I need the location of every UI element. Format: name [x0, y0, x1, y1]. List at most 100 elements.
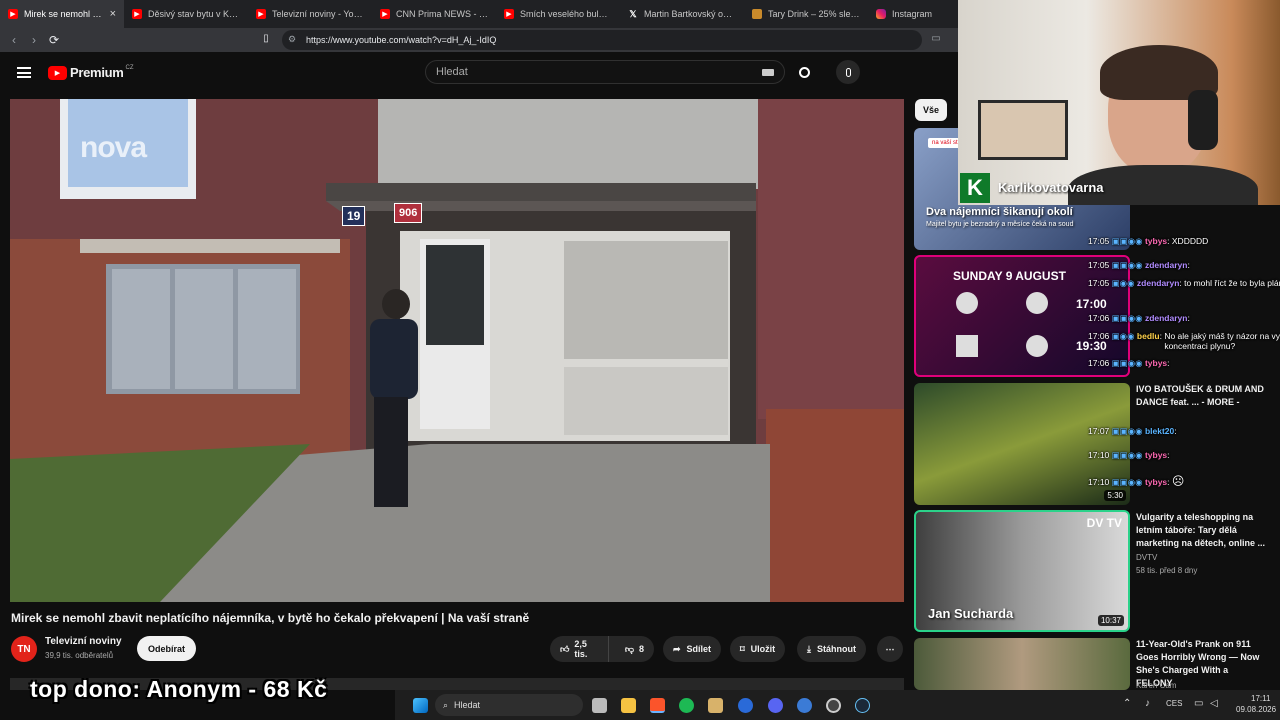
- volume-icon[interactable]: ◁: [1210, 698, 1218, 709]
- recommendation-title[interactable]: Vulgarity a teleshopping na letním táboř…: [1136, 511, 1266, 550]
- spotify-icon[interactable]: [679, 698, 694, 713]
- chat-username: zdendaryn: [1144, 260, 1188, 270]
- share-button[interactable]: ➦ Sdílet: [663, 636, 722, 662]
- browser-tab[interactable]: ▶ CNN Prima NEWS - YouTube: [372, 0, 496, 28]
- chat-username: blekt20: [1144, 426, 1175, 436]
- subscriber-count: 39,9 tis. odběratelů: [45, 651, 114, 660]
- ccleaner-icon[interactable]: [797, 698, 812, 713]
- more-actions-button[interactable]: ⋯: [877, 636, 903, 662]
- filter-chip-all[interactable]: Vše: [915, 99, 948, 121]
- chat-username: zdendaryn: [1136, 278, 1180, 288]
- date[interactable]: 09.08.2026: [1236, 705, 1276, 714]
- thumbs-down-icon: 👎︎: [624, 643, 634, 654]
- url-text: https://www.youtube.com/watch?v=dH_Aj_-I…: [306, 35, 497, 45]
- chat-message: 17:05 ▣◉◉ zdendaryn: to mohl říct že to …: [1088, 278, 1280, 289]
- app-icon[interactable]: [708, 698, 723, 713]
- download-label: Stáhnout: [816, 644, 856, 654]
- microphone-tray-icon[interactable]: ♪: [1145, 698, 1150, 709]
- browser-tab[interactable]: ▶ Děsivý stav bytu v Karviné: [124, 0, 248, 28]
- download-button[interactable]: ⤓ Stáhnout: [797, 636, 866, 662]
- youtube-logo[interactable]: ▶ Premium CZ: [48, 65, 134, 80]
- chat-text: to mohl říct že to byla plánovaná bomba: [1184, 278, 1280, 288]
- headphones: [1188, 90, 1218, 150]
- browser-tab[interactable]: Instagram: [868, 0, 954, 28]
- tab-strip: ▶ Mirek se nemohl zbavit × ▶ Děsivý stav by…: [0, 0, 958, 28]
- cast-icon[interactable]: ▭: [926, 33, 946, 44]
- thumbnail-overlay-text: Jan Sucharda: [928, 606, 1014, 621]
- instagram-icon: [876, 9, 886, 19]
- channel-name[interactable]: Televizní noviny: [45, 636, 122, 647]
- recommendation-title[interactable]: IVO BATOUŠEK & DRUM AND DANCE feat. ... …: [1136, 383, 1266, 409]
- chat-badges: ▣▣◉◉: [1111, 313, 1143, 323]
- file-explorer-icon[interactable]: [621, 698, 636, 713]
- steam-icon[interactable]: [855, 698, 870, 713]
- logo-text: Premium: [70, 65, 124, 80]
- browser-tab[interactable]: Tary Drink – 25% sleva na: [744, 0, 868, 28]
- windows-start-icon[interactable]: [413, 698, 428, 713]
- address-bar[interactable]: ⚙ https://www.youtube.com/watch?v=dH_Aj_…: [282, 30, 922, 50]
- like-button[interactable]: 👍︎ 2,5 tis.: [550, 636, 609, 662]
- obs-icon[interactable]: [826, 698, 841, 713]
- chat-time: 17:07: [1088, 426, 1110, 436]
- discord-icon[interactable]: [768, 698, 783, 713]
- share-icon: ➦: [673, 643, 681, 654]
- language-indicator[interactable]: CES: [1166, 699, 1182, 708]
- video-player[interactable]: nova 19 906: [10, 99, 904, 602]
- thumbnail-overlay-text: SUNDAY 9 AUGUST: [953, 269, 1066, 283]
- chat-message: 17:10 ▣▣◉◉ tybys:: [1088, 450, 1170, 460]
- subscribe-button[interactable]: Odebírat: [137, 636, 197, 661]
- chat-username: zdendaryn: [1144, 313, 1188, 323]
- more-icon: ⋯: [885, 643, 895, 654]
- network-icon[interactable]: ▭: [1194, 698, 1203, 709]
- brave-browser-icon[interactable]: [650, 698, 665, 713]
- ccleaner-icon[interactable]: [738, 698, 753, 713]
- site-info-icon[interactable]: ⚙: [288, 34, 296, 45]
- close-tab-icon[interactable]: ×: [110, 8, 116, 20]
- match-time: 17:00: [1076, 297, 1107, 311]
- reload-icon[interactable]: ⟳: [44, 33, 64, 47]
- keyboard-icon[interactable]: [762, 69, 774, 76]
- save-button[interactable]: ⌑ Uložit: [730, 636, 786, 662]
- clock[interactable]: 17:11: [1251, 694, 1270, 703]
- channel-avatar[interactable]: TN: [11, 636, 37, 662]
- bookmark-icon[interactable]: ▯: [256, 33, 276, 44]
- youtube-icon: ▶: [256, 9, 266, 19]
- back-icon[interactable]: ‹: [4, 33, 24, 47]
- chat-badges: ▣▣◉◉: [1111, 450, 1143, 460]
- voice-search-button[interactable]: [836, 60, 860, 84]
- search-button[interactable]: [789, 60, 819, 84]
- dislike-button[interactable]: 👎︎ 8: [615, 636, 654, 662]
- search-icon: ⌕: [443, 699, 449, 710]
- channel-logo: DV TV: [1086, 516, 1122, 530]
- search-input[interactable]: Hledat: [425, 60, 785, 84]
- chat-badges: ▣▣◉◉: [1111, 477, 1143, 487]
- recommendation-thumbnail[interactable]: [914, 638, 1130, 690]
- team-logo: [956, 335, 978, 357]
- browser-tab[interactable]: 𝕏 Martin Bartkovský on X: [620, 0, 744, 28]
- chat-badges: ▣▣◉◉: [1111, 358, 1143, 368]
- menu-icon[interactable]: [17, 67, 31, 78]
- tray-expand-icon[interactable]: ⌃: [1123, 698, 1131, 709]
- team-logo: [956, 292, 978, 314]
- recommendation-thumbnail[interactable]: DV TV Jan Sucharda 10:37: [914, 510, 1130, 632]
- task-view-icon[interactable]: [592, 698, 607, 713]
- streamer-logo: K: [960, 173, 990, 203]
- download-icon: ⤓: [807, 643, 811, 654]
- video-duration: 10:37: [1097, 615, 1124, 626]
- like-count: 2,5 tis.: [574, 639, 588, 659]
- team-logo: [1026, 335, 1048, 357]
- bookmark-icon: ⌑: [740, 643, 745, 654]
- browser-tab[interactable]: ▶ Mirek se nemohl zbavit ×: [0, 0, 124, 28]
- channel-watermark: nova: [80, 131, 147, 164]
- browser-tab[interactable]: ▶ Smích veselého buldozeru: [496, 0, 620, 28]
- video-title: Mirek se nemohl zbavit neplatícího nájem…: [11, 611, 530, 625]
- browser-tab[interactable]: ▶ Televizní noviny - YouTube: [248, 0, 372, 28]
- recommendation-channel[interactable]: DVTV: [1136, 552, 1157, 563]
- taskbar-search[interactable]: ⌕ Hledat: [435, 694, 583, 716]
- share-label: Sdílet: [686, 644, 712, 654]
- chat-time: 17:10: [1088, 450, 1110, 460]
- thumbs-up-icon: 👍︎: [560, 643, 570, 654]
- recommendation-meta: 58 tis. před 8 dny: [1136, 566, 1198, 575]
- forward-icon[interactable]: ›: [24, 33, 44, 47]
- chat-time: 17:06: [1088, 313, 1110, 323]
